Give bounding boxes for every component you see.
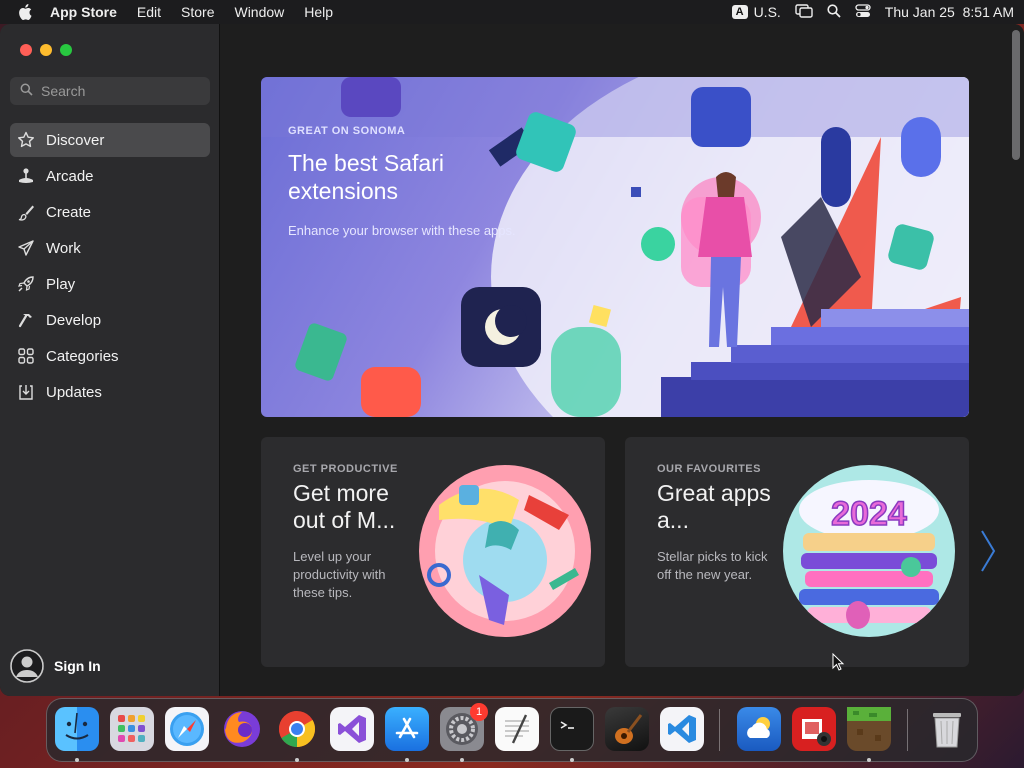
paper-plane-icon: [16, 238, 36, 258]
running-indicator: [867, 758, 871, 762]
sidebar-item-arcade[interactable]: Arcade: [10, 159, 210, 193]
download-icon: [16, 382, 36, 402]
running-indicator: [405, 758, 409, 762]
carousel-next-chevron-icon[interactable]: [978, 529, 998, 573]
textedit-icon[interactable]: [495, 707, 539, 751]
sidebar-item-label: Discover: [46, 131, 105, 149]
avatar: [10, 649, 44, 683]
sidebar-item-label: Updates: [46, 383, 102, 401]
story-card-our-favourites[interactable]: OUR FAVOURITES Great apps a... Stellar p…: [625, 437, 969, 667]
notification-badge: 1: [470, 703, 488, 721]
input-source-label: U.S.: [753, 4, 781, 20]
launchpad-icon[interactable]: [110, 707, 154, 751]
story-card-get-productive[interactable]: GET PRODUCTIVE Get more out of M... Leve…: [261, 437, 605, 667]
art-year-text: 2024: [831, 495, 907, 533]
card-title: Get more out of M...: [293, 480, 396, 533]
visual-studio-icon[interactable]: [330, 707, 374, 751]
trash-icon[interactable]: [925, 707, 969, 751]
mouse-pointer-icon: [832, 652, 846, 673]
zoom-window-button[interactable]: [60, 44, 72, 56]
sign-in-button[interactable]: Sign In: [10, 649, 101, 683]
sidebar: Discover Arcade Create Work: [0, 24, 220, 696]
card-text-block: OUR FAVOURITES Great apps a... Stellar p…: [657, 463, 775, 584]
photo-booth-icon[interactable]: [792, 707, 836, 751]
running-indicator: [570, 758, 574, 762]
sidebar-item-work[interactable]: Work: [10, 231, 210, 265]
card-subtitle: Level up your productivity with these ti…: [293, 549, 386, 600]
running-indicator: [295, 758, 299, 762]
favourites-2024-illustration: 2024: [783, 465, 955, 637]
minecraft-icon[interactable]: [847, 707, 891, 751]
sidebar-item-label: Categories: [46, 347, 119, 365]
search-field[interactable]: [10, 77, 210, 105]
hero-subtitle: Enhance your browser with these apps.: [288, 223, 516, 238]
sidebar-item-label: Work: [46, 239, 81, 257]
window-controls: [20, 44, 72, 56]
joystick-icon: [16, 166, 36, 186]
sidebar-item-play[interactable]: Play: [10, 267, 210, 301]
help-menu[interactable]: Help: [294, 4, 343, 20]
menu-bar: App Store Edit Store Window Help A U.S. …: [0, 0, 1024, 24]
sidebar-item-discover[interactable]: Discover: [10, 123, 210, 157]
minimize-window-button[interactable]: [40, 44, 52, 56]
rocket-icon: [16, 274, 36, 294]
edit-menu[interactable]: Edit: [127, 4, 171, 20]
hero-eyebrow: GREAT ON SONOMA: [288, 125, 406, 137]
spotlight-search-icon[interactable]: [827, 3, 841, 21]
search-icon: [20, 83, 33, 99]
dock-separator: [719, 709, 720, 751]
productivity-illustration: [419, 465, 591, 637]
settings-icon[interactable]: 1: [440, 703, 488, 751]
sidebar-item-categories[interactable]: Categories: [10, 339, 210, 373]
main-content: GREAT ON SONOMA The best Safari extensio…: [221, 24, 1024, 696]
garageband-icon[interactable]: [605, 707, 649, 751]
hero-title: The best Safari extensions: [288, 150, 444, 204]
hero-text-block: GREAT ON SONOMA The best Safari extensio…: [288, 125, 548, 238]
close-window-button[interactable]: [20, 44, 32, 56]
sidebar-item-develop[interactable]: Develop: [10, 303, 210, 337]
card-eyebrow: GET PRODUCTIVE: [293, 463, 398, 475]
terminal-icon[interactable]: [550, 707, 594, 751]
sidebar-item-create[interactable]: Create: [10, 195, 210, 229]
sidebar-item-label: Develop: [46, 311, 102, 329]
input-source-menu[interactable]: A U.S.: [731, 4, 781, 20]
app-store-icon[interactable]: [385, 707, 429, 751]
dock-separator: [907, 709, 908, 751]
grid-icon: [16, 346, 36, 366]
star-icon: [16, 130, 36, 150]
dock: 1: [46, 698, 978, 762]
search-input[interactable]: [41, 83, 191, 99]
weather-icon[interactable]: [737, 707, 781, 751]
hammer-icon: [16, 310, 36, 330]
vertical-scrollbar[interactable]: [1012, 30, 1020, 160]
chrome-icon[interactable]: [275, 707, 319, 751]
control-center-icon[interactable]: [855, 3, 871, 21]
app-store-window: Discover Arcade Create Work: [0, 24, 1024, 696]
store-menu[interactable]: Store: [171, 4, 224, 20]
sidebar-item-label: Create: [46, 203, 92, 221]
running-indicator: [75, 758, 79, 762]
running-indicator: [460, 758, 464, 762]
window-menu[interactable]: Window: [224, 4, 294, 20]
vscode-icon[interactable]: [660, 707, 704, 751]
sidebar-item-updates[interactable]: Updates: [10, 375, 210, 409]
input-badge: A: [731, 5, 748, 19]
sidebar-item-label: Play: [46, 275, 76, 293]
card-text-block: GET PRODUCTIVE Get more out of M... Leve…: [293, 463, 411, 602]
screen-mirroring-icon[interactable]: [795, 3, 813, 21]
firefox-icon[interactable]: [220, 707, 264, 751]
brush-icon: [16, 202, 36, 222]
card-subtitle: Stellar picks to kick off the new year.: [657, 549, 768, 582]
app-name-menu[interactable]: App Store: [40, 4, 127, 20]
safari-icon[interactable]: [165, 707, 209, 751]
card-eyebrow: OUR FAVOURITES: [657, 463, 761, 475]
sidebar-nav: Discover Arcade Create Work Play Develop…: [10, 123, 210, 411]
card-title: Great apps a...: [657, 480, 771, 533]
menu-bar-clock[interactable]: Thu Jan 25 8:51 AM: [885, 4, 1014, 20]
finder-icon[interactable]: [55, 707, 99, 751]
apple-menu-icon[interactable]: [10, 4, 40, 20]
sign-in-label: Sign In: [54, 658, 101, 674]
sidebar-item-label: Arcade: [46, 167, 94, 185]
featured-hero-banner[interactable]: GREAT ON SONOMA The best Safari extensio…: [261, 77, 969, 417]
